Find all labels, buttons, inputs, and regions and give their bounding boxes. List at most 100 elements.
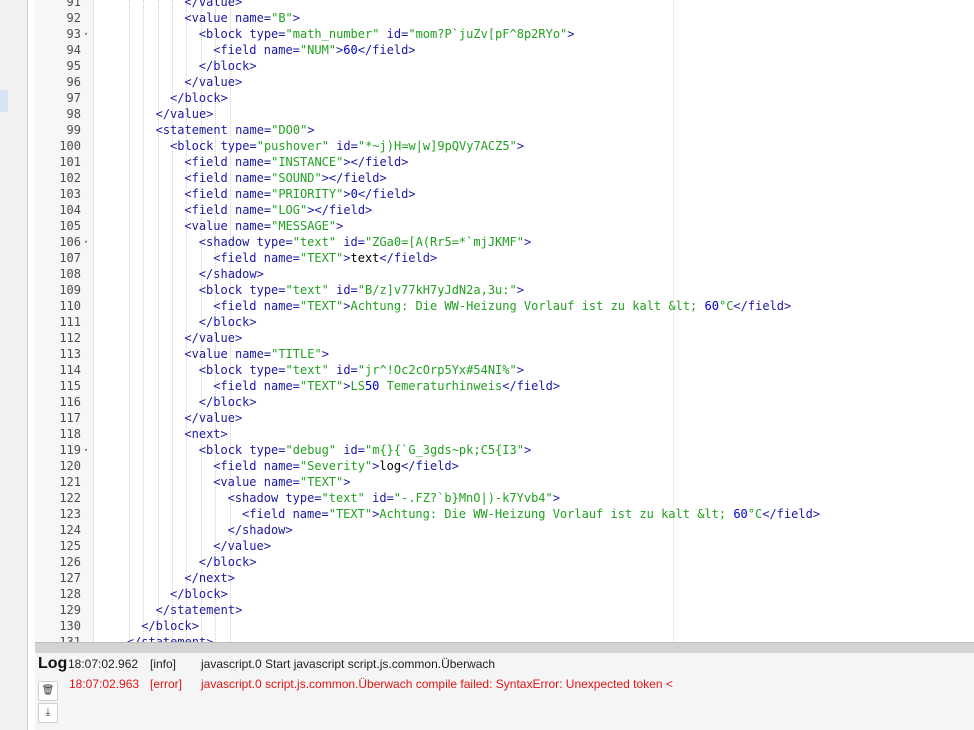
code-line[interactable]: <shadow type="text" id="-.FZ?`b}MnO|)-k7… bbox=[228, 490, 560, 506]
line-number: 99 bbox=[66, 123, 81, 137]
selected-item-indicator bbox=[0, 90, 8, 112]
line-number: 106 bbox=[59, 235, 81, 249]
log-message: javascript.0 script.js.common.Überwach c… bbox=[201, 677, 673, 691]
code-line[interactable]: <next> bbox=[184, 426, 227, 442]
code-line[interactable]: <block type="debug" id="m{}{`G_3gds~pk;C… bbox=[199, 442, 531, 458]
code-line[interactable]: </block> bbox=[199, 58, 257, 74]
print-margin bbox=[673, 0, 674, 642]
line-number: 122 bbox=[59, 491, 81, 505]
line-number: 103 bbox=[59, 187, 81, 201]
code-line[interactable]: <value name="TEXT"> bbox=[213, 474, 350, 490]
indent-guide bbox=[143, 0, 145, 642]
line-number: 94 bbox=[66, 43, 81, 57]
fold-toggle-icon[interactable]: ▾ bbox=[82, 442, 90, 458]
code-line[interactable]: <field name="PRIORITY">0</field> bbox=[184, 186, 415, 202]
code-line[interactable]: <field name="Severity">log</field> bbox=[213, 458, 459, 474]
code-line[interactable]: </shadow> bbox=[199, 266, 264, 282]
line-number: 101 bbox=[59, 155, 81, 169]
line-number: 105 bbox=[59, 219, 81, 233]
line-number: 115 bbox=[59, 379, 81, 393]
code-line[interactable]: <field name="TEXT">Achtung: Die WW-Heizu… bbox=[213, 298, 791, 314]
code-line[interactable]: <shadow type="text" id="ZGa0=[A(Rr5=*`mj… bbox=[199, 234, 531, 250]
log-time: 18:07:02.963 bbox=[69, 677, 140, 691]
line-number: 92 bbox=[66, 11, 81, 25]
line-number: 124 bbox=[59, 523, 81, 537]
line-number: 102 bbox=[59, 171, 81, 185]
line-number: 120 bbox=[59, 459, 81, 473]
line-number: 123 bbox=[59, 507, 81, 521]
line-number: 97 bbox=[66, 91, 81, 105]
line-number: 129 bbox=[59, 603, 81, 617]
code-line[interactable]: <field name="TEXT">LS50 Temeraturhinweis… bbox=[213, 378, 560, 394]
line-number: 116 bbox=[59, 395, 81, 409]
code-line[interactable]: </block> bbox=[199, 394, 257, 410]
log-level: [error] bbox=[150, 677, 183, 691]
line-number: 111 bbox=[59, 315, 81, 329]
code-line[interactable]: </shadow> bbox=[228, 522, 293, 538]
line-number: 112 bbox=[59, 331, 81, 345]
code-line[interactable]: <field name="TEXT">text</field> bbox=[213, 250, 437, 266]
code-line[interactable]: </value> bbox=[213, 538, 271, 554]
code-line[interactable]: </value> bbox=[184, 410, 242, 426]
line-number: 118 bbox=[59, 427, 81, 441]
left-panel-strip bbox=[0, 0, 28, 730]
code-line[interactable]: <value name="MESSAGE"> bbox=[184, 218, 343, 234]
code-line[interactable]: <field name="SOUND"></field> bbox=[184, 170, 386, 186]
line-number: 130 bbox=[59, 619, 81, 633]
line-number: 127 bbox=[59, 571, 81, 585]
code-line[interactable]: </value> bbox=[184, 74, 242, 90]
line-number: 93 bbox=[66, 27, 81, 41]
code-line[interactable]: </block> bbox=[199, 314, 257, 330]
code-line[interactable]: </block> bbox=[170, 586, 228, 602]
line-number-gutter: 91 92 93 ▾ 94 95 96 97 98 99 100 101 102 103 104 105 106… bbox=[35, 0, 94, 642]
line-number: 125 bbox=[59, 539, 81, 553]
code-line[interactable]: <value name="B"> bbox=[184, 10, 300, 26]
indent-guide bbox=[128, 0, 130, 642]
line-number: 95 bbox=[66, 59, 81, 73]
line-number: 104 bbox=[59, 203, 81, 217]
line-number: 108 bbox=[59, 267, 81, 281]
code-line[interactable]: </block> bbox=[199, 554, 257, 570]
code-line[interactable]: <statement name="DO0"> bbox=[156, 122, 315, 138]
code-line[interactable]: <block type="math_number" id="mom?P`juZv… bbox=[199, 26, 575, 42]
code-line[interactable]: </statement> bbox=[156, 602, 243, 618]
code-line[interactable]: <field name="TEXT">Achtung: Die WW-Heizu… bbox=[242, 506, 820, 522]
code-line[interactable]: </block> bbox=[141, 618, 199, 634]
line-number: 100 bbox=[59, 139, 81, 153]
code-line[interactable]: </block> bbox=[170, 90, 228, 106]
code-line[interactable]: <field name="NUM">60</field> bbox=[213, 42, 415, 58]
code-line[interactable]: <block type="text" id="B/z]v77kH7yJdN2a,… bbox=[199, 282, 524, 298]
line-number: 117 bbox=[59, 411, 81, 425]
log-entry: 18:07:02.963 [error] javascript.0 script.j… bbox=[35, 677, 965, 693]
line-number: 109 bbox=[59, 283, 81, 297]
code-line[interactable]: </value> bbox=[184, 0, 242, 10]
code-line[interactable]: <field name="LOG"></field> bbox=[184, 202, 372, 218]
line-number: 121 bbox=[59, 475, 81, 489]
code-line[interactable]: </next> bbox=[184, 570, 235, 586]
code-line[interactable]: <block type="pushover" id="*~j)H=w|w]9pQ… bbox=[170, 138, 524, 154]
line-number: 119 bbox=[59, 443, 81, 457]
code-line[interactable]: </value> bbox=[156, 106, 214, 122]
log-entry: 18:07:02.962 [info] javascript.0 Start jav… bbox=[35, 657, 965, 673]
line-number: 98 bbox=[66, 107, 81, 121]
code-line[interactable]: </statement> bbox=[127, 634, 214, 642]
line-number: 91 bbox=[66, 0, 81, 9]
code-line[interactable]: <value name="TITLE"> bbox=[184, 346, 329, 362]
log-time: 18:07:02.962 bbox=[68, 657, 139, 671]
line-number: 107 bbox=[59, 251, 81, 265]
fold-toggle-icon[interactable]: ▾ bbox=[82, 26, 90, 42]
code-line[interactable]: </value> bbox=[184, 330, 242, 346]
log-panel: Log 🗑 ⤓ 18:07:02.962 [info] javascript.0 S… bbox=[35, 653, 974, 730]
code-line[interactable]: <field name="INSTANCE"></field> bbox=[184, 154, 408, 170]
log-message: javascript.0 Start javascript script.js.… bbox=[201, 657, 496, 671]
line-number: 128 bbox=[59, 587, 81, 601]
code-line[interactable]: <block type="text" id="jr^!Oc2cOrp5Yx#54… bbox=[199, 362, 524, 378]
download-icon: ⤓ bbox=[45, 707, 51, 718]
line-number: 114 bbox=[59, 363, 81, 377]
indent-guide bbox=[157, 0, 159, 642]
fold-toggle-icon[interactable]: ▾ bbox=[82, 234, 90, 250]
code-editor[interactable]: 91 92 93 ▾ 94 95 96 97 98 99 100 101 102 103 104 105 106… bbox=[35, 0, 974, 642]
line-number: 131 bbox=[59, 635, 81, 642]
line-number: 113 bbox=[59, 347, 81, 361]
download-log-button[interactable]: ⤓ bbox=[38, 703, 58, 723]
